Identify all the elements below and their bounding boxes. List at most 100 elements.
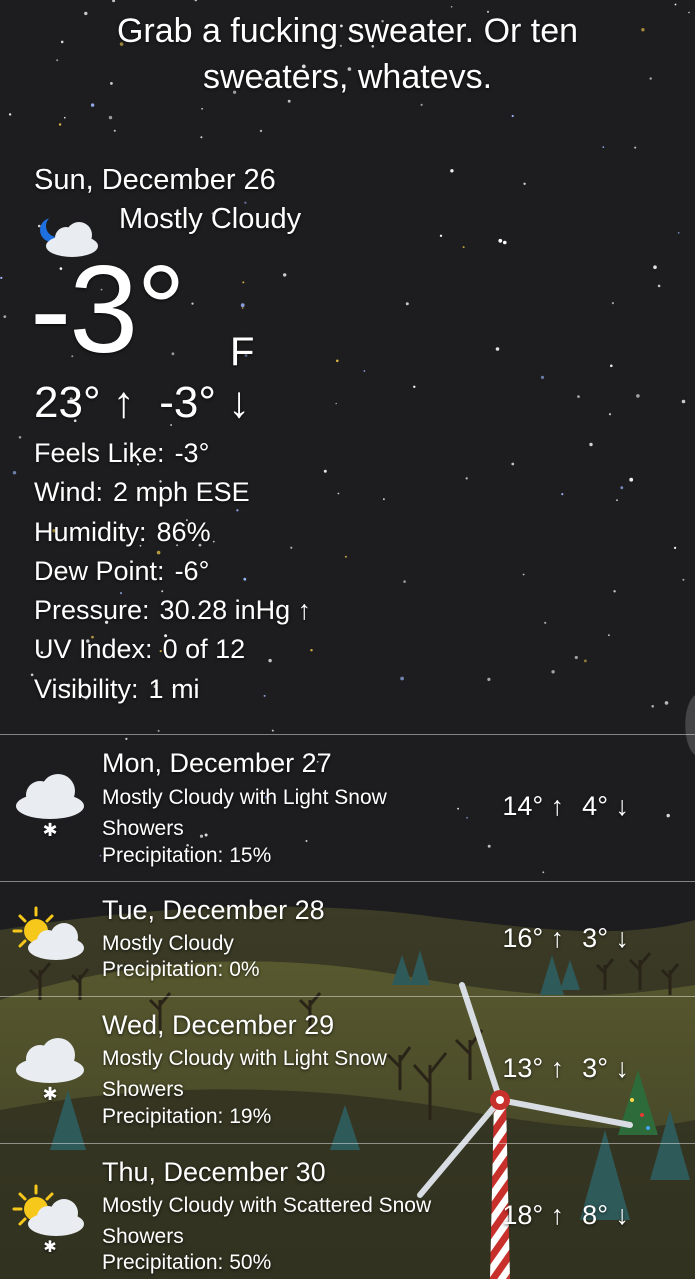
star bbox=[420, 103, 423, 106]
forecast-temps: 13° ↑ 3° ↓ bbox=[502, 1053, 629, 1084]
star bbox=[344, 555, 347, 558]
star bbox=[64, 116, 66, 119]
star bbox=[574, 655, 578, 660]
temperature-unit: F bbox=[230, 330, 255, 374]
detail-feels-like: Feels Like: -3° bbox=[34, 438, 210, 468]
cloud-snow-icon: ✱ bbox=[16, 1038, 84, 1104]
star bbox=[651, 705, 654, 708]
forecast-row[interactable]: ✱ Mon, December 27 Mostly Cloudy with Li… bbox=[0, 735, 695, 881]
detail-humidity: Humidity: 86% bbox=[34, 516, 211, 547]
star bbox=[335, 402, 338, 405]
star bbox=[551, 670, 555, 674]
forecast-day: Mon, December 27 bbox=[102, 748, 332, 778]
detail-visibility: Visibility: 1 mi bbox=[34, 673, 200, 704]
forecast-low: 4° ↓ bbox=[582, 791, 629, 821]
star bbox=[613, 590, 616, 593]
star bbox=[629, 477, 634, 482]
star bbox=[12, 471, 17, 475]
star bbox=[58, 123, 62, 126]
star bbox=[495, 347, 500, 351]
forecast-row[interactable]: ✱ Wed, December 29 Mostly Cloudy with Li… bbox=[0, 997, 695, 1143]
forecast-low: 3° ↓ bbox=[582, 1053, 629, 1083]
forecast-low: 8° ↓ bbox=[582, 1200, 629, 1230]
forecast-description: Mostly Cloudy with Light Snow Showers bbox=[102, 1047, 387, 1101]
detail-uv-index: UV Index: 0 of 12 bbox=[34, 634, 246, 665]
star bbox=[287, 99, 291, 103]
star bbox=[3, 315, 7, 318]
star bbox=[577, 395, 580, 398]
star bbox=[584, 659, 587, 663]
forecast-description: Mostly Cloudy bbox=[102, 932, 234, 955]
star bbox=[610, 364, 613, 368]
star bbox=[608, 413, 612, 416]
star bbox=[462, 246, 465, 249]
detail-wind: Wind: 2 mph ESE bbox=[34, 477, 250, 508]
forecast-precipitation: Precipitation: 0% bbox=[102, 958, 260, 981]
star bbox=[540, 375, 545, 379]
forecast-description: Mostly Cloudy with Light Snow Showers bbox=[102, 786, 387, 840]
cloud-snow-icon: ✱ bbox=[16, 774, 84, 840]
svg-text:✱: ✱ bbox=[42, 1084, 57, 1104]
star bbox=[688, 11, 690, 14]
star bbox=[8, 113, 12, 116]
star bbox=[191, 302, 194, 305]
star bbox=[611, 302, 615, 305]
star bbox=[242, 281, 245, 284]
forecast-high: 13° ↑ bbox=[502, 1053, 565, 1083]
current-condition: Mostly Cloudy bbox=[119, 203, 302, 235]
svg-text:✱: ✱ bbox=[42, 820, 57, 840]
forecast-temps: 16° ↑ 3° ↓ bbox=[502, 923, 629, 954]
forecast-low: 3° ↓ bbox=[582, 923, 629, 953]
star bbox=[240, 303, 245, 308]
star bbox=[616, 499, 618, 502]
star bbox=[620, 486, 624, 490]
forecast-row[interactable]: ✱ Thu, December 30 Mostly Cloudy with Sc… bbox=[0, 1144, 695, 1279]
star bbox=[271, 729, 274, 732]
forecast-day: Tue, December 28 bbox=[102, 895, 325, 925]
star bbox=[157, 729, 160, 732]
star bbox=[403, 580, 406, 583]
sun-cloud-icon bbox=[12, 906, 84, 960]
star bbox=[383, 498, 385, 500]
forecast-row[interactable]: Tue, December 28 Mostly Cloudy Precipita… bbox=[0, 882, 695, 996]
star bbox=[681, 399, 686, 404]
star bbox=[241, 307, 244, 309]
current-date: Sun, December 26 bbox=[34, 164, 276, 196]
divider bbox=[0, 1143, 695, 1144]
star bbox=[682, 578, 685, 581]
low-temp: -3° ↓ bbox=[159, 378, 251, 427]
star bbox=[405, 302, 409, 306]
star bbox=[439, 234, 443, 237]
forecast-high: 16° ↑ bbox=[502, 923, 565, 953]
detail-pressure: Pressure: 30.28 inHg ↑ bbox=[34, 595, 312, 626]
star bbox=[400, 676, 404, 681]
sun-cloud-snow-icon: ✱ bbox=[12, 1184, 84, 1254]
star bbox=[201, 107, 204, 110]
detail-dew-point: Dew Point: -6° bbox=[34, 555, 210, 586]
star bbox=[511, 462, 515, 466]
high-temp: 23° ↑ bbox=[34, 378, 135, 427]
star bbox=[200, 136, 203, 139]
star bbox=[657, 284, 661, 288]
star bbox=[522, 573, 525, 576]
star bbox=[487, 677, 491, 682]
star bbox=[561, 493, 564, 496]
star bbox=[608, 634, 610, 637]
star bbox=[503, 240, 507, 245]
star bbox=[413, 385, 416, 388]
forecast-high: 18° ↑ bbox=[502, 1200, 565, 1230]
svg-text:✱: ✱ bbox=[43, 1237, 56, 1254]
star bbox=[18, 436, 22, 439]
star bbox=[259, 129, 263, 133]
forecast-precipitation: Precipitation: 19% bbox=[102, 1105, 272, 1128]
star bbox=[498, 238, 503, 243]
star bbox=[323, 469, 327, 473]
star bbox=[634, 146, 637, 149]
high-low: 23° ↑ -3° ↓ bbox=[34, 378, 250, 428]
headline: Grab a fucking sweater. Or ten sweaters,… bbox=[116, 12, 579, 96]
star bbox=[589, 442, 593, 447]
forecast-precipitation: Precipitation: 15% bbox=[102, 844, 272, 867]
star bbox=[636, 394, 640, 398]
forecast-day: Wed, December 29 bbox=[102, 1010, 335, 1040]
star bbox=[336, 359, 339, 363]
